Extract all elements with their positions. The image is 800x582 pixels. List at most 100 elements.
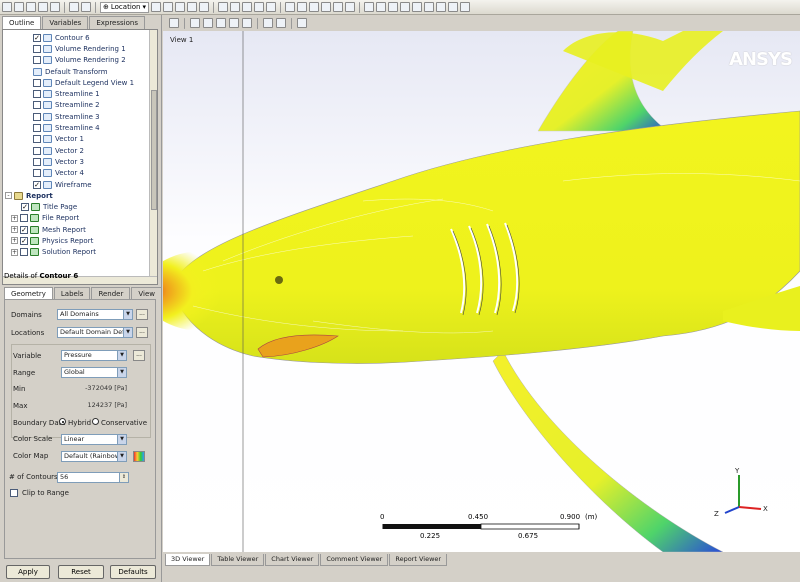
tab-report-viewer[interactable]: Report Viewer <box>389 554 448 566</box>
tab-variables[interactable]: Variables <box>42 16 89 29</box>
new-icon[interactable] <box>2 2 12 12</box>
visibility-checkbox[interactable] <box>33 56 41 65</box>
tree-item[interactable]: Default Transform <box>3 66 149 77</box>
domains-select[interactable]: All Domains ▼ <box>57 309 133 320</box>
expand-icon[interactable]: + <box>11 248 18 256</box>
contour-tool-icon[interactable] <box>163 2 173 12</box>
tab-outline[interactable]: Outline <box>2 16 42 29</box>
tree-item[interactable]: + Solution Report <box>3 247 149 258</box>
expand-icon[interactable]: + <box>11 226 18 234</box>
location-dropdown[interactable]: ⊕ Location ▾ <box>100 1 149 13</box>
3d-viewport[interactable]: Y X Z ANSYS 0 0.450 0.900 (m) 0.225 0.67… <box>163 31 800 552</box>
hybrid-radio[interactable] <box>59 418 66 425</box>
open-icon[interactable] <box>14 2 24 12</box>
comment-icon[interactable] <box>333 2 343 12</box>
visibility-checkbox[interactable]: ✓ <box>20 225 28 234</box>
contours-spinner[interactable]: 56 ⇕ <box>57 472 129 483</box>
expand-icon[interactable]: + <box>11 214 18 222</box>
tree-item[interactable]: Streamline 1 <box>3 88 149 99</box>
color-scale-select[interactable]: Linear ▼ <box>61 434 127 445</box>
visibility-checkbox[interactable] <box>33 90 41 99</box>
tree-item[interactable]: Vector 1 <box>3 134 149 145</box>
tree-item[interactable]: Default Legend View 1 <box>3 77 149 88</box>
tree-item[interactable]: Volume Rendering 1 <box>3 43 149 54</box>
tree-item[interactable]: Vector 2 <box>3 145 149 156</box>
tab-table-viewer[interactable]: Table Viewer <box>211 554 265 566</box>
redo-icon[interactable] <box>81 2 91 12</box>
tree-item[interactable]: Streamline 3 <box>3 111 149 122</box>
vector-tool-icon[interactable] <box>151 2 161 12</box>
expand-icon[interactable]: + <box>11 237 18 245</box>
tree-item[interactable]: ✓ Contour 6 <box>3 32 149 43</box>
tab-chart-viewer[interactable]: Chart Viewer <box>265 554 320 566</box>
visibility-checkbox[interactable] <box>20 248 28 257</box>
domains-browse-button[interactable]: ... <box>136 309 148 320</box>
macro-calculator-icon[interactable] <box>424 2 434 12</box>
visibility-checkbox[interactable] <box>33 135 41 144</box>
rotate-icon[interactable] <box>190 18 200 28</box>
visibility-checkbox[interactable]: ✓ <box>20 236 28 245</box>
conservative-radio[interactable] <box>92 418 99 425</box>
animation-icon[interactable] <box>376 2 386 12</box>
legend-tool-icon[interactable] <box>230 2 240 12</box>
tree-item[interactable]: Vector 4 <box>3 168 149 179</box>
undo-icon[interactable] <box>69 2 79 12</box>
fit-view-icon[interactable] <box>242 18 252 28</box>
color-map-icon[interactable] <box>266 2 276 12</box>
highlight-icon[interactable] <box>263 18 273 28</box>
clip-plane-icon[interactable] <box>254 2 264 12</box>
tree-item[interactable]: ✓ Wireframe <box>3 179 149 190</box>
visibility-checkbox[interactable] <box>33 101 41 110</box>
visibility-checkbox[interactable]: ✓ <box>21 203 29 212</box>
zoom-icon[interactable] <box>216 18 226 28</box>
tree-vertical-scrollbar[interactable] <box>149 30 157 284</box>
tree-item[interactable]: + ✓ Mesh Report <box>3 224 149 235</box>
tree-item[interactable]: Streamline 4 <box>3 122 149 133</box>
case-comparison-icon[interactable] <box>448 2 458 12</box>
tree-item[interactable]: Streamline 2 <box>3 100 149 111</box>
tab-3d-viewer[interactable]: 3D Viewer <box>165 554 211 566</box>
locations-select[interactable]: Default Domain Defa ▼ <box>57 327 133 338</box>
visibility-checkbox[interactable] <box>33 112 41 121</box>
variable-browse-button[interactable]: ... <box>133 350 145 361</box>
locations-browse-button[interactable]: ... <box>136 327 148 338</box>
visibility-checkbox[interactable] <box>33 146 41 155</box>
instance-transform-icon[interactable] <box>242 2 252 12</box>
viewport-layout-icon[interactable] <box>276 18 286 28</box>
tree-item[interactable]: Volume Rendering 2 <box>3 55 149 66</box>
particle-track-icon[interactable] <box>187 2 197 12</box>
range-select[interactable]: Global ▼ <box>61 367 127 378</box>
scroll-thumb[interactable] <box>151 90 157 210</box>
color-map-select[interactable]: Default (Rainbow ▼ <box>61 451 127 462</box>
visibility-checkbox[interactable] <box>33 44 41 53</box>
table-icon[interactable] <box>309 2 319 12</box>
variable-icon[interactable] <box>285 2 295 12</box>
volume-rendering-icon[interactable] <box>199 2 209 12</box>
clip-to-range-checkbox[interactable] <box>10 489 18 497</box>
zoom-box-icon[interactable] <box>229 18 239 28</box>
visibility-checkbox[interactable] <box>20 214 28 223</box>
save-icon[interactable] <box>26 2 36 12</box>
visibility-checkbox[interactable] <box>33 157 41 166</box>
command-editor-icon[interactable] <box>460 2 470 12</box>
tree-item[interactable]: - Report <box>3 190 149 201</box>
tree-item[interactable]: + File Report <box>3 213 149 224</box>
chart-icon[interactable] <box>321 2 331 12</box>
streamline-tool-icon[interactable] <box>175 2 185 12</box>
visibility-checkbox[interactable]: ✓ <box>33 180 41 189</box>
probe-icon[interactable] <box>400 2 410 12</box>
figure-icon[interactable] <box>345 2 355 12</box>
tab-expressions[interactable]: Expressions <box>89 16 145 29</box>
apply-button[interactable]: Apply <box>6 565 50 579</box>
print-icon[interactable] <box>38 2 48 12</box>
tree-item[interactable]: ✓ Title Page <box>3 201 149 212</box>
expression-icon[interactable] <box>297 2 307 12</box>
tree-item[interactable]: Vector 3 <box>3 156 149 167</box>
export-icon[interactable] <box>50 2 60 12</box>
defaults-button[interactable]: Defaults <box>110 565 156 579</box>
visibility-checkbox[interactable] <box>33 124 41 133</box>
function-calculator-icon[interactable] <box>412 2 422 12</box>
visibility-checkbox[interactable] <box>33 78 41 87</box>
mesh-calculator-icon[interactable] <box>436 2 446 12</box>
timestep-icon[interactable] <box>364 2 374 12</box>
